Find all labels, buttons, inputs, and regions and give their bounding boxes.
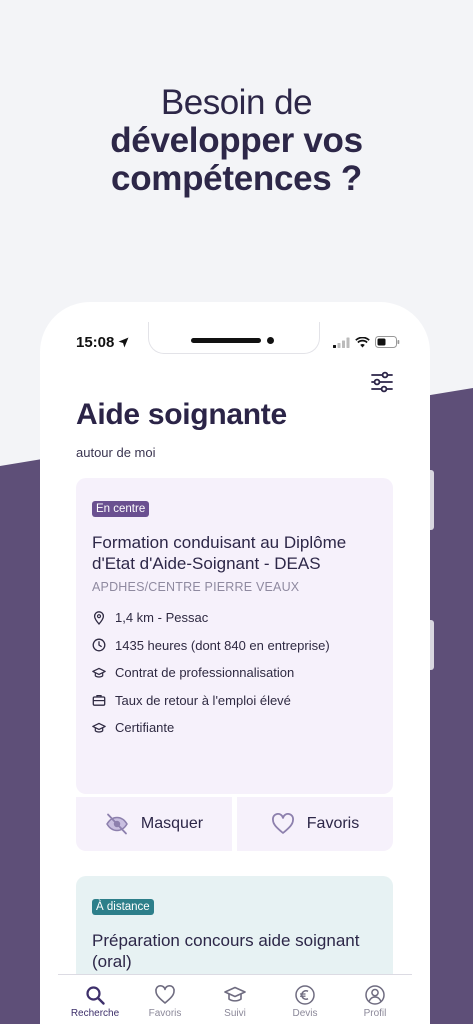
training-title[interactable]: Préparation concours aide soignant (oral… <box>92 930 377 972</box>
tab-profil[interactable]: Profil <box>340 975 410 1024</box>
feature-text: Certifiante <box>115 720 175 736</box>
headline-line-1: Besoin de <box>160 83 313 122</box>
system-indicators <box>333 336 400 348</box>
training-card[interactable]: En centre Formation conduisant au Diplôm… <box>76 478 393 794</box>
page-title: Aide soignante <box>76 398 287 431</box>
eye-slash-icon <box>106 813 128 835</box>
status-badge: En centre <box>92 501 150 517</box>
favorite-button-label: Favoris <box>306 815 360 832</box>
user-icon <box>365 985 385 1005</box>
feature-item: 1,4 km - Pessac <box>92 604 377 632</box>
feature-item: 1435 heures (dont 840 en entreprise) <box>92 632 377 660</box>
tab-label: Favoris <box>148 1008 182 1019</box>
feature-text: 1435 heures (dont 840 en entreprise) <box>115 637 330 653</box>
location-arrow-icon <box>118 337 129 347</box>
tab-label: Recherche <box>70 1008 120 1019</box>
tab-label: Profil <box>363 1008 387 1019</box>
wifi-icon <box>355 336 370 347</box>
search-icon <box>86 986 105 1005</box>
location-pin-icon <box>93 610 105 625</box>
feature-item: Certifiante <box>92 714 377 742</box>
tab-label: Devis <box>292 1008 318 1019</box>
hide-button-label: Masquer <box>140 815 204 832</box>
battery-icon <box>375 336 400 348</box>
headline-line-3: compétences ? <box>111 159 362 198</box>
heart-icon <box>155 984 175 1004</box>
tab-label: Suivi <box>224 1008 246 1019</box>
page-subtitle: autour de moi <box>76 445 156 460</box>
graduation-cap-icon <box>92 722 106 733</box>
training-title[interactable]: Formation conduisant au Diplôme d'Etat d… <box>92 532 377 574</box>
graduation-cap-icon <box>224 986 246 1002</box>
graduation-cap-icon <box>92 667 106 678</box>
clock-icon <box>92 638 106 652</box>
tab-devis[interactable]: Devis <box>270 975 340 1024</box>
feature-text: Taux de retour à l'emploi élevé <box>115 692 291 708</box>
hide-button[interactable]: Masquer <box>76 797 232 851</box>
feature-item: Taux de retour à l'emploi élevé <box>92 687 377 715</box>
phone-screen: 15:08 Aide soignante autour de moi En ce… <box>40 302 430 1024</box>
notch-speaker <box>191 338 261 343</box>
tab-suivi[interactable]: Suivi <box>200 975 270 1024</box>
feature-item: Contrat de professionnalisation <box>92 659 377 687</box>
tab-recherche[interactable]: Recherche <box>60 975 130 1024</box>
bottom-tab-bar: Recherche Favoris Suivi Devis Profil <box>58 974 412 1024</box>
heart-icon <box>271 813 294 834</box>
status-time: 15:08 <box>76 334 129 351</box>
marketing-headline: Besoin de développer vos compétences ? <box>0 84 473 198</box>
cellular-signal-icon <box>333 337 350 348</box>
training-organization: APDHES/CENTRE PIERRE VEAUX <box>92 580 300 594</box>
tab-favoris[interactable]: Favoris <box>130 975 200 1024</box>
notch-camera <box>267 337 274 344</box>
euro-icon <box>295 985 315 1005</box>
card-actions: Masquer Favoris <box>76 797 393 851</box>
feature-text: 1,4 km - Pessac <box>115 610 209 626</box>
favorite-button[interactable]: Favoris <box>237 797 393 851</box>
phone-notch <box>148 322 320 354</box>
feature-text: Contrat de professionnalisation <box>115 665 295 681</box>
status-badge: À distance <box>92 899 154 915</box>
status-time-text: 15:08 <box>76 333 115 351</box>
briefcase-icon <box>92 695 106 707</box>
feature-list: 1,4 km - Pessac 1435 heures (dont 840 en… <box>76 604 393 742</box>
headline-line-2: développer vos <box>110 121 363 160</box>
filter-settings-icon[interactable] <box>370 370 394 394</box>
